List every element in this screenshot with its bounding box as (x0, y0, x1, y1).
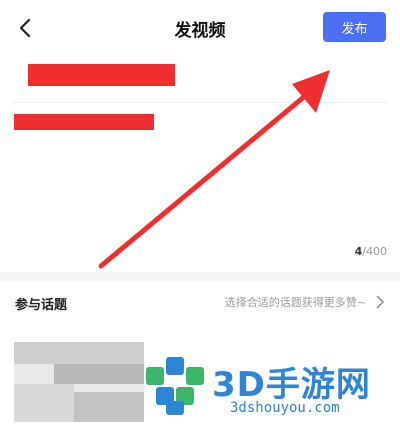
publish-button[interactable]: 发布 (323, 12, 386, 42)
top-bar: 发视频 发布 (0, 0, 400, 56)
topic-hint[interactable]: 选择合适的话题获得更多赞~ (225, 294, 366, 310)
video-thumbnail[interactable] (14, 342, 144, 422)
divider (12, 102, 388, 103)
thumbnail-blur-block (74, 392, 144, 422)
char-limit: /400 (362, 245, 387, 258)
thumbnail-blur-block (14, 384, 74, 422)
redacted-text-block (14, 114, 154, 130)
topic-label: 参与话题 (15, 298, 68, 313)
chevron-right-icon[interactable] (374, 294, 386, 310)
thumbnail-blur-block (54, 364, 144, 384)
thumbnail-blur-block (14, 342, 144, 364)
char-counter: 4/400 (355, 245, 387, 258)
watermark-brand: 3D手游网 (212, 365, 371, 405)
watermark-logo-icon (146, 357, 204, 415)
redacted-text-block (28, 64, 175, 86)
section-separator (0, 272, 400, 281)
watermark-url: 3dshouyou.com (230, 400, 340, 416)
